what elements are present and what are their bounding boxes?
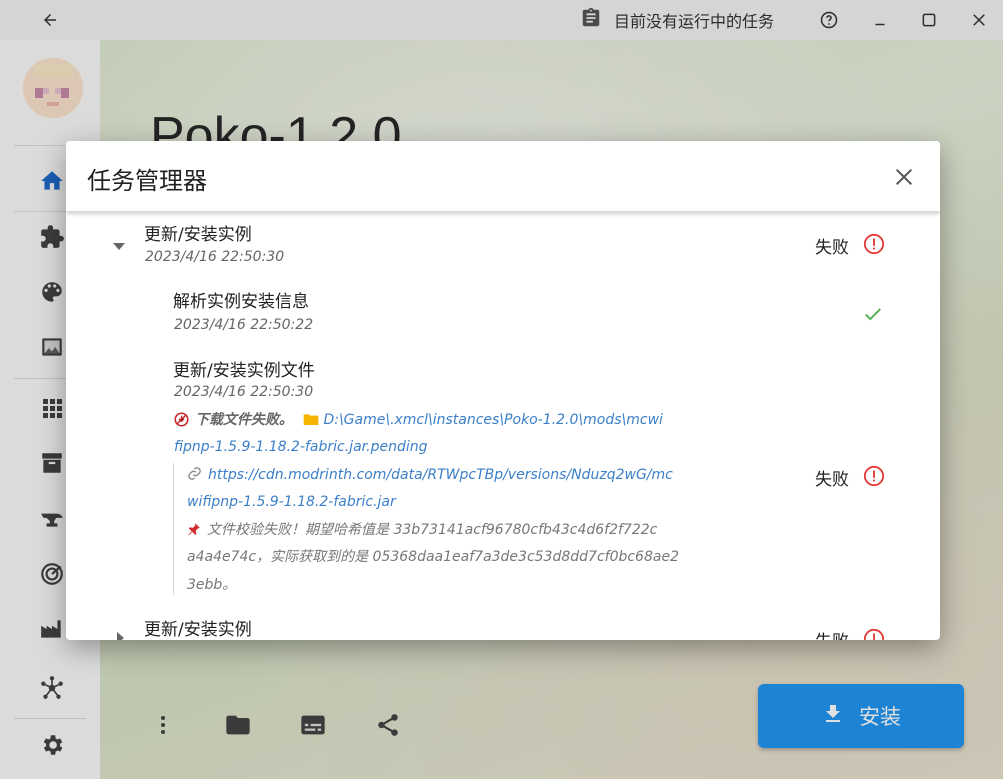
download-url-cont[interactable]: wifipnp-1.5.9-1.18.2-fabric.jar (187, 489, 707, 517)
detail-quote-bar (173, 463, 174, 595)
task-title: 更新/安装实例 (144, 620, 252, 640)
task-time: 2023/4/16 22:50:30 (145, 249, 285, 265)
dialog-title: 任务管理器 (87, 167, 207, 195)
pending-file-path-cont[interactable]: fipnp-1.5.9-1.18.2-fabric.jar.pending (174, 434, 694, 462)
download-url-text[interactable]: https://cdn.modrinth.com/data/RTWpcTBp/v… (208, 467, 673, 483)
checksum-error-cont: 3ebb。 (187, 577, 237, 593)
subtask-time: 2023/4/16 22:50:22 (174, 317, 314, 333)
task-status: 失败 (815, 627, 849, 640)
close-dialog-icon[interactable] (888, 161, 920, 193)
checksum-error: 文件校验失败！期望哈希值是 33b73141acf96780cfb43c4d6f… (187, 517, 707, 547)
download-url: https://cdn.modrinth.com/data/RTWpcTBp/v… (187, 462, 707, 492)
pin-icon (187, 519, 201, 547)
error-icon (863, 465, 885, 487)
task-manager-dialog: 任务管理器 更新/安装实例 2023/4/16 22:50:30 失败 解析实例… (66, 141, 940, 640)
task-list: 更新/安装实例 2023/4/16 22:50:30 失败 解析实例安装信息 2… (66, 211, 940, 640)
folder-emoji-icon (303, 409, 319, 437)
subtask-time: 2023/4/16 22:50:30 (174, 384, 314, 400)
checksum-error-cont: a4a4e74c，实际获取到的是 05368daa1eaf7a3de3c53d8… (187, 549, 679, 565)
checksum-error-text: 文件校验失败！期望哈希值是 33b73141acf96780cfb43c4d6f… (207, 522, 658, 538)
task-title: 更新/安装实例 (144, 225, 252, 245)
error-icon (863, 628, 885, 640)
collapse-arrow-icon[interactable] (116, 630, 128, 640)
task-status: 失败 (815, 238, 849, 258)
error-icon (863, 233, 885, 255)
link-icon (187, 464, 202, 492)
subtask-title: 更新/安装实例文件 (173, 361, 315, 381)
expand-arrow-icon[interactable] (112, 237, 128, 250)
subtask-status: 失败 (815, 470, 849, 490)
subtask-title: 解析实例安装信息 (173, 292, 309, 312)
check-icon (862, 303, 884, 325)
pending-file-path[interactable]: D:\Game\.xmcl\instances\Poko-1.2.0\mods\… (323, 412, 662, 428)
dialog-header: 任务管理器 (66, 141, 940, 211)
download-error-message: 下载文件失败。 D:\Game\.xmcl\instances\Poko-1.2… (174, 407, 694, 438)
download-failed-text: 下载文件失败。 (195, 412, 293, 428)
